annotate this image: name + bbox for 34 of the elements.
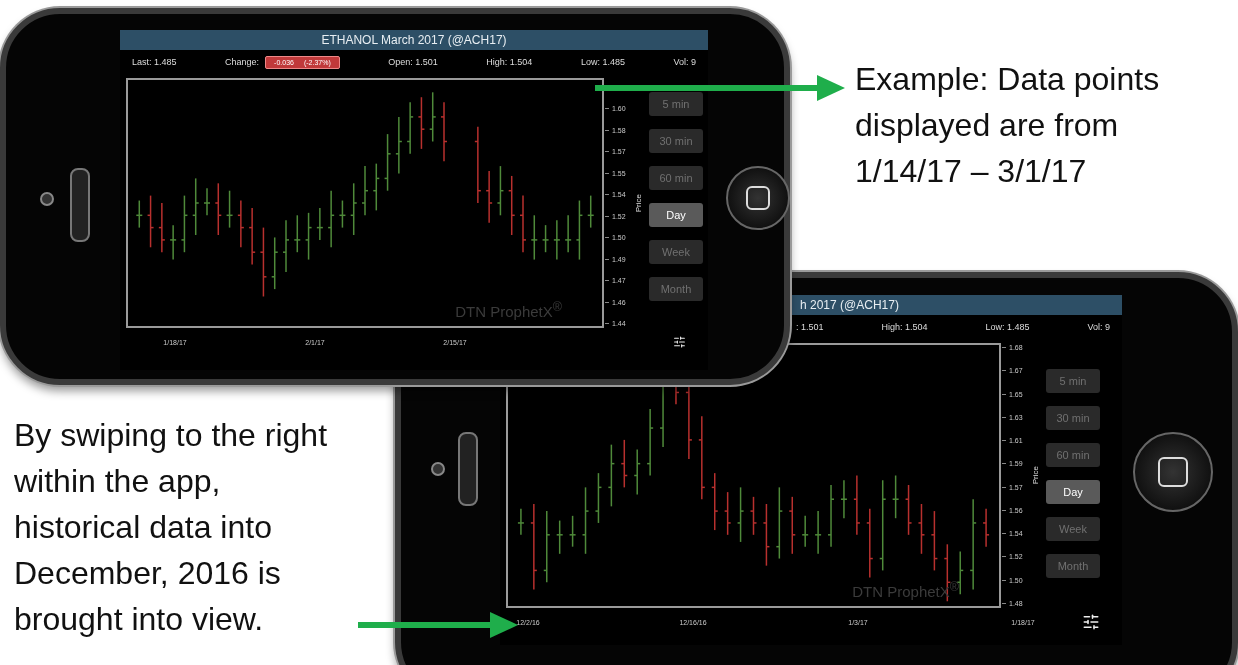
- camera-dot: [40, 192, 54, 206]
- quote-stat: Vol: 9: [673, 57, 696, 67]
- interval-button[interactable]: 60 min: [649, 166, 703, 190]
- quote-stat: Open: 1.501: [388, 57, 438, 67]
- interval-button[interactable]: Day: [1046, 480, 1100, 504]
- square-icon: [1158, 457, 1188, 487]
- annotation-text: By swiping to the right within the app, historical data into December, 2016 is brought into view.: [14, 416, 329, 639]
- interval-button[interactable]: 60 min: [1046, 443, 1100, 467]
- interval-button[interactable]: Week: [649, 240, 703, 264]
- quote-stat: Vol: 9: [1087, 322, 1110, 332]
- chart-title: ETHANOL March 2017 (@ACH17): [321, 33, 507, 47]
- change-label: Change:: [225, 57, 260, 67]
- interval-button[interactable]: 30 min: [649, 129, 703, 153]
- sliders-icon[interactable]: [1082, 613, 1100, 631]
- interval-button[interactable]: Week: [1046, 517, 1100, 541]
- quote-stat: Low: 1.485: [985, 322, 1030, 332]
- quote-stat: High: 1.504: [486, 57, 533, 67]
- interval-button[interactable]: 30 min: [1046, 406, 1100, 430]
- camera-dot: [431, 462, 445, 476]
- interval-button[interactable]: 5 min: [649, 92, 703, 116]
- interval-button[interactable]: Month: [1046, 554, 1100, 578]
- axis-title: Price: [634, 193, 643, 213]
- axis-title: Price: [1031, 466, 1040, 485]
- watermark: DTN ProphetX$^{®}$: [455, 300, 562, 320]
- quote-stat: : 1.501: [796, 322, 824, 332]
- annotation-text: Example: Data points displayed are from 1/14/17 – 3/1/17: [855, 60, 1161, 191]
- interval-button[interactable]: Day: [649, 203, 703, 227]
- interval-button[interactable]: Month: [649, 277, 703, 301]
- quote-stat: High: 1.504: [881, 322, 928, 332]
- interval-button[interactable]: 5 min: [1046, 369, 1100, 393]
- quote-stat: Low: 1.485: [580, 57, 625, 67]
- quote-stat: Last: 1.485: [132, 57, 177, 67]
- square-icon: [745, 185, 771, 211]
- chart-title: h 2017 (@ACH17): [800, 298, 899, 312]
